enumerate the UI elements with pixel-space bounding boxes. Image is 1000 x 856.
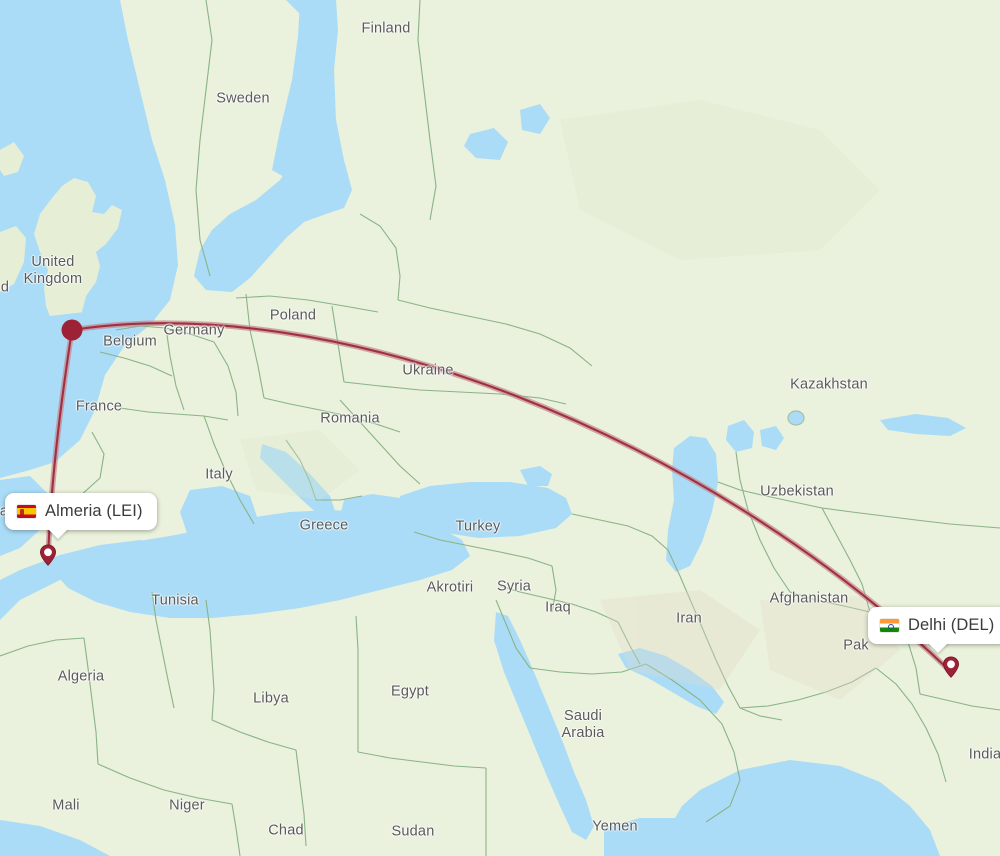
airport-marker-lei[interactable]	[39, 544, 57, 566]
airport-tooltip-label-del: Delhi (DEL)	[908, 616, 995, 634]
airport-tooltip-label-lei: Almeria (LEI)	[45, 502, 143, 520]
airport-tooltip-del[interactable]: Delhi (DEL)	[868, 607, 1000, 644]
in-flag-icon	[880, 619, 899, 632]
airport-tooltip-lei[interactable]: Almeria (LEI)	[5, 493, 157, 530]
hub-marker-london[interactable]	[61, 319, 83, 341]
route-line[interactable]	[70, 322, 953, 674]
flight-route-layer[interactable]	[0, 0, 1000, 856]
route-london-delhi[interactable]	[69, 320, 954, 675]
map-pin-icon	[942, 656, 960, 678]
map-pin-icon	[39, 544, 57, 566]
airport-marker-del[interactable]	[942, 656, 960, 678]
route-halo	[69, 320, 954, 675]
flight-route-map[interactable]: .land{fill:#eaf1dc;} .land2{fill:#e6eed6…	[0, 0, 1000, 856]
es-flag-icon	[17, 505, 36, 518]
